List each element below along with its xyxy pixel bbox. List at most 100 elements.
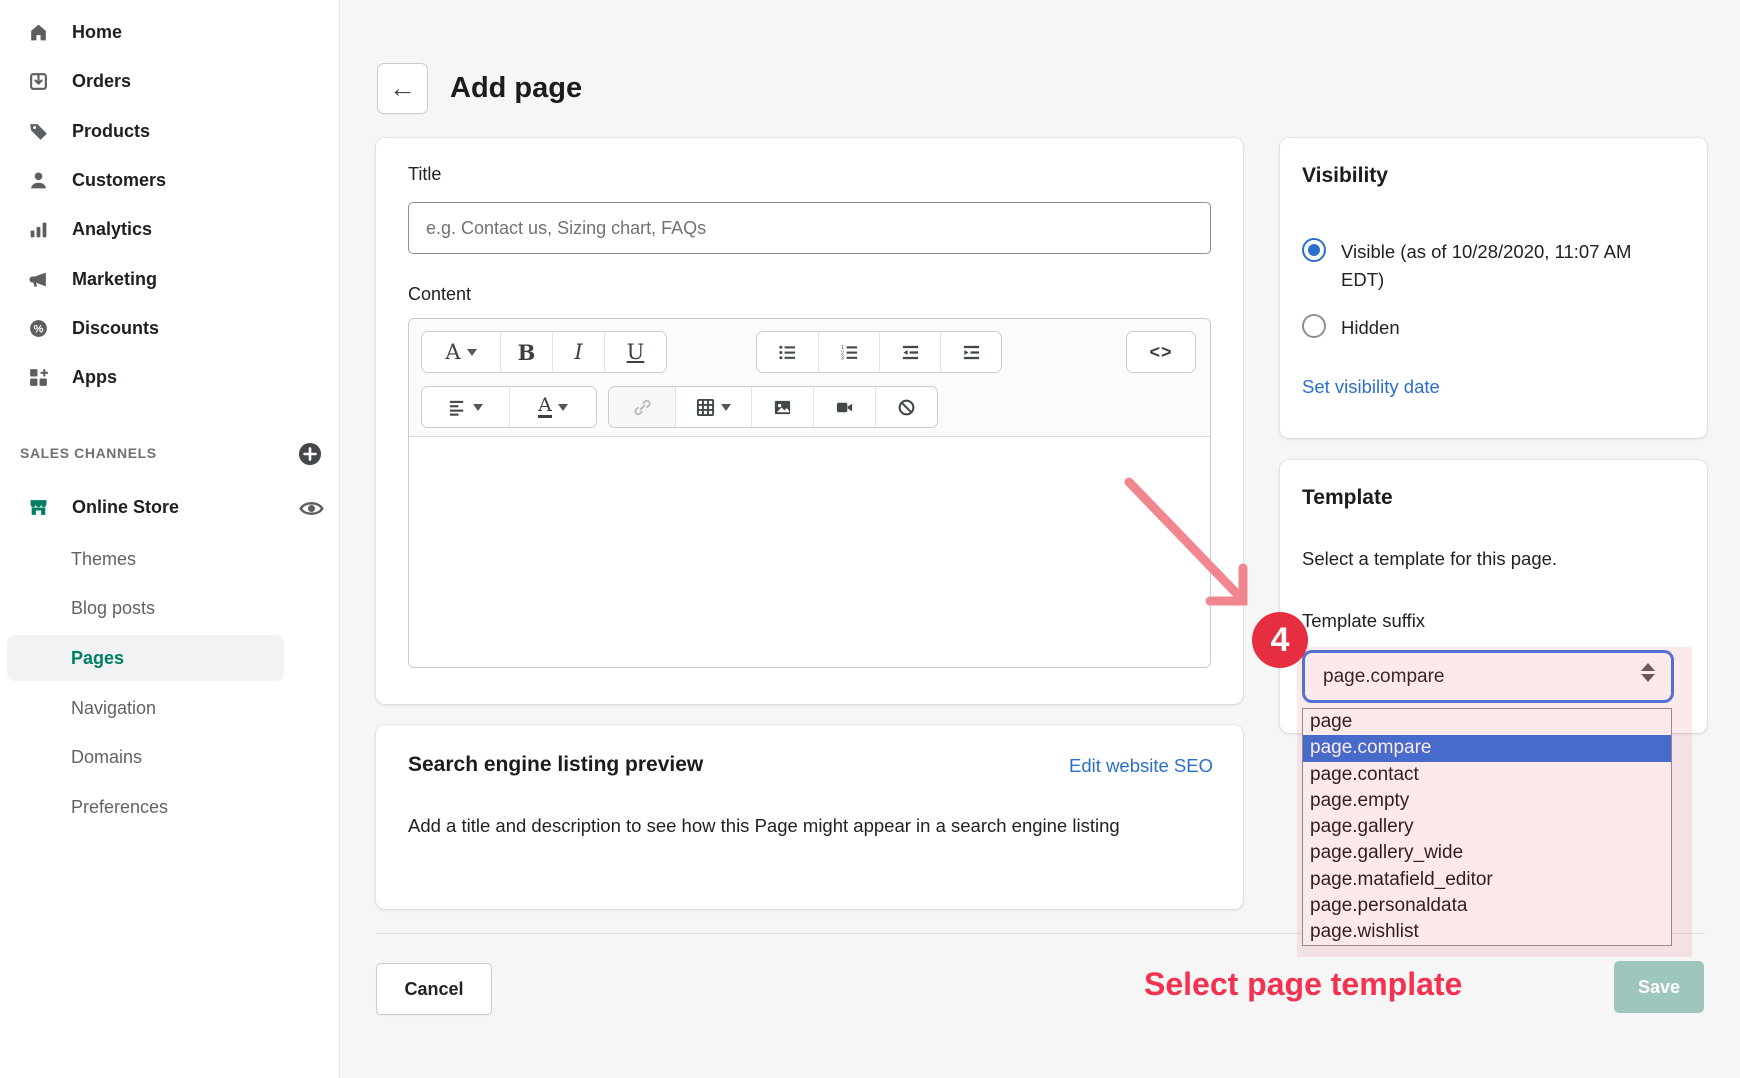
clear-formatting-button[interactable] [875, 387, 937, 427]
template-option[interactable]: page.contact [1303, 762, 1671, 788]
hidden-radio-option[interactable]: Hidden [1302, 314, 1400, 342]
sidebar-item-domains[interactable]: Domains [0, 734, 340, 780]
video-icon [835, 398, 854, 417]
numbered-list-button[interactable]: 123 [818, 332, 879, 372]
apps-icon [28, 367, 49, 388]
seo-card: Search engine listing preview Edit websi… [376, 725, 1243, 909]
products-icon [28, 121, 49, 142]
alignment-dropdown-button[interactable] [422, 387, 509, 427]
sidebar-item-label: Home [72, 22, 122, 43]
content-label: Content [408, 284, 471, 305]
svg-text:%: % [34, 323, 44, 335]
home-icon [28, 22, 49, 43]
marketing-icon [28, 269, 49, 290]
sidebar: Home Orders Products Customers Analytics… [0, 0, 340, 1078]
numbered-list-icon: 123 [840, 343, 859, 362]
cancel-button[interactable]: Cancel [376, 963, 492, 1015]
orders-icon [28, 71, 49, 92]
visible-radio-option[interactable]: Visible (as of 10/28/2020, 11:07 AM EDT) [1302, 238, 1676, 294]
show-html-button[interactable]: <> [1127, 332, 1195, 372]
rich-text-editor: A B I U 123 [408, 318, 1211, 668]
sidebar-item-label: Marketing [72, 269, 157, 290]
view-store-eye-icon[interactable] [298, 495, 325, 522]
template-option-selected[interactable]: page.compare [1303, 735, 1671, 761]
save-button[interactable]: Save [1614, 961, 1704, 1013]
sidebar-item-marketing[interactable]: Marketing [0, 255, 340, 304]
sidebar-item-label: Apps [72, 367, 117, 388]
bold-button[interactable]: B [500, 332, 552, 372]
template-suffix-select[interactable]: page.compare [1302, 650, 1674, 703]
editor-toolbar: A B I U 123 [409, 319, 1210, 437]
template-option[interactable]: page.gallery [1303, 814, 1671, 840]
image-icon [773, 398, 792, 417]
radio-selected-icon[interactable] [1302, 238, 1326, 262]
code-icon: <> [1149, 342, 1172, 363]
sales-channels-header: SALES CHANNELS [0, 441, 340, 471]
svg-text:3: 3 [840, 355, 843, 361]
underline-button[interactable]: U [604, 332, 666, 372]
outdent-button[interactable] [879, 332, 940, 372]
sidebar-item-analytics[interactable]: Analytics [0, 205, 340, 254]
sidebar-item-discounts[interactable]: % Discounts [0, 304, 340, 353]
formatting-dropdown-button[interactable]: A [422, 332, 500, 372]
seo-description: Add a title and description to see how t… [408, 811, 1178, 841]
template-option[interactable]: page.wishlist [1303, 919, 1671, 945]
insert-image-button[interactable] [751, 387, 813, 427]
sidebar-item-label: Orders [72, 71, 131, 92]
page-details-card: Title Content A B I U 123 [376, 138, 1243, 704]
title-input[interactable] [408, 202, 1211, 254]
template-option[interactable]: page.gallery_wide [1303, 840, 1671, 866]
annotation-note: Select page template [1144, 966, 1462, 1003]
visible-option-label: Visible (as of 10/28/2020, 11:07 AM EDT) [1341, 238, 1676, 294]
radio-unselected-icon[interactable] [1302, 314, 1326, 338]
edit-website-seo-link[interactable]: Edit website SEO [1069, 755, 1213, 777]
sidebar-item-label: Analytics [72, 219, 152, 240]
title-label: Title [408, 164, 441, 185]
hidden-option-label: Hidden [1341, 314, 1400, 342]
visibility-heading: Visibility [1302, 164, 1388, 188]
outdent-icon [901, 343, 920, 362]
sidebar-item-pages[interactable]: Pages [7, 635, 284, 681]
sidebar-item-label: Customers [72, 170, 166, 191]
template-option[interactable]: page.empty [1303, 788, 1671, 814]
sidebar-item-apps[interactable]: Apps [0, 353, 340, 402]
sidebar-item-orders[interactable]: Orders [0, 57, 340, 106]
sidebar-item-navigation[interactable]: Navigation [0, 685, 340, 731]
select-updown-icon [1641, 663, 1655, 682]
bulleted-list-icon [778, 343, 797, 362]
sidebar-item-products[interactable]: Products [0, 107, 340, 156]
back-arrow-icon: ← [389, 73, 416, 104]
sidebar-item-themes[interactable]: Themes [0, 536, 340, 582]
analytics-icon [28, 219, 49, 240]
insert-link-button[interactable] [609, 387, 675, 427]
visibility-card: Visibility Visible (as of 10/28/2020, 11… [1280, 138, 1707, 438]
template-option[interactable]: page [1303, 709, 1671, 735]
formatting-letter: A [445, 340, 460, 364]
chevron-down-icon [467, 349, 477, 356]
link-icon [633, 398, 652, 417]
sidebar-item-customers[interactable]: Customers [0, 156, 340, 205]
italic-button[interactable]: I [552, 332, 604, 372]
ban-icon [897, 398, 916, 417]
template-suffix-value: page.compare [1323, 666, 1444, 688]
seo-heading: Search engine listing preview [408, 753, 703, 777]
bulleted-list-button[interactable] [757, 332, 818, 372]
storefront-icon [28, 497, 49, 518]
back-button[interactable]: ← [377, 63, 428, 114]
online-store-label: Online Store [72, 497, 179, 518]
sidebar-item-label: Products [72, 121, 150, 142]
sidebar-item-home[interactable]: Home [0, 8, 340, 57]
template-option[interactable]: page.personaldata [1303, 893, 1671, 919]
sidebar-item-blog-posts[interactable]: Blog posts [0, 585, 340, 631]
sidebar-item-preferences[interactable]: Preferences [0, 784, 340, 830]
indent-button[interactable] [940, 332, 1001, 372]
text-color-dropdown-button[interactable]: A [509, 387, 596, 427]
add-sales-channel-icon[interactable] [297, 441, 323, 467]
sidebar-item-online-store[interactable]: Online Store [0, 483, 340, 532]
set-visibility-date-link[interactable]: Set visibility date [1302, 376, 1440, 398]
insert-video-button[interactable] [813, 387, 875, 427]
insert-table-button[interactable] [675, 387, 751, 427]
template-option[interactable]: page.matafield_editor [1303, 867, 1671, 893]
content-textarea[interactable] [409, 437, 1210, 668]
sidebar-item-label: Discounts [72, 318, 159, 339]
